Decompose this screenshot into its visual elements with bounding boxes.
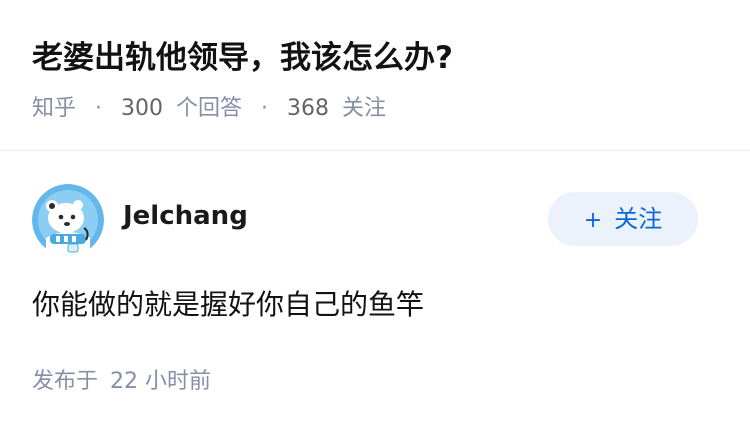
meta-separator: · bbox=[95, 96, 103, 121]
plus-icon: + bbox=[583, 208, 603, 233]
answer-content[interactable]: 你能做的就是握好你自己的鱼竿 bbox=[32, 285, 424, 325]
bear-avatar-icon bbox=[32, 184, 104, 256]
question-title[interactable]: 老婆出轨他领导，我该怎么办? bbox=[32, 36, 453, 80]
question-header: 老婆出轨他领导，我该怎么办? 知乎 · 300 个回答 · 368 关注 bbox=[0, 0, 750, 151]
follow-button-label: 关注 bbox=[614, 205, 663, 233]
question-meta: 知乎 · 300 个回答 · 368 关注 bbox=[32, 92, 386, 126]
meta-separator: · bbox=[261, 96, 269, 121]
follow-button[interactable]: + 关注 bbox=[548, 192, 698, 246]
answer-count-label[interactable]: 个回答 bbox=[176, 96, 242, 121]
follower-count-label: 关注 bbox=[342, 96, 387, 121]
answer-count: 300 bbox=[121, 96, 164, 121]
answer-publish-time: 发布于 22 小时前 bbox=[32, 365, 211, 399]
answer-card: Jelchang + 关注 你能做的就是握好你自己的鱼竿 发布于 22 小时前 bbox=[0, 152, 750, 434]
author-name[interactable]: Jelchang bbox=[123, 198, 248, 234]
answer-page: 老婆出轨他领导，我该怎么办? 知乎 · 300 个回答 · 368 关注 Jel… bbox=[0, 0, 750, 434]
source-label: 知乎 bbox=[32, 96, 77, 121]
follower-count: 368 bbox=[287, 96, 330, 121]
publish-time-value: 22 小时前 bbox=[110, 369, 212, 394]
publish-prefix: 发布于 bbox=[32, 369, 99, 394]
author-avatar[interactable] bbox=[32, 184, 104, 256]
